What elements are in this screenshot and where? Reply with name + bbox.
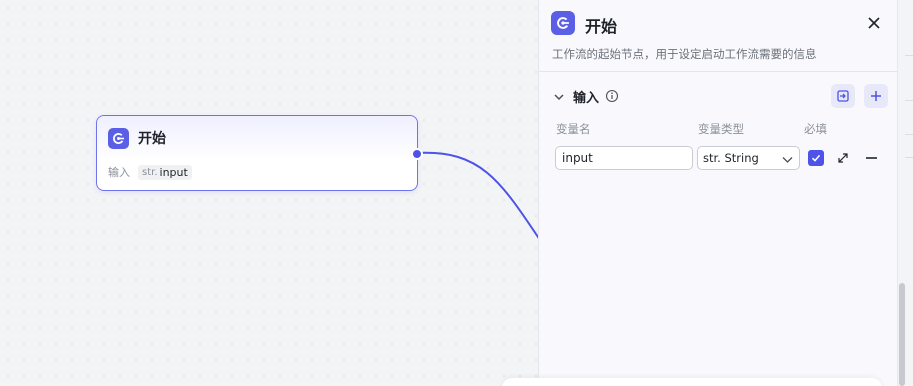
info-icon[interactable] <box>605 89 619 103</box>
start-node-body: 输入 str. input <box>97 160 417 184</box>
required-checkbox[interactable] <box>808 150 824 166</box>
node-tag-type: str. <box>142 166 158 178</box>
column-type-header: 变量类型 <box>698 122 744 136</box>
node-settings-panel: 开始 工作流的起始节点，用于设定启动工作流需要的信息 输入 变量名 变量类型 必… <box>538 0 899 386</box>
divider <box>905 134 913 135</box>
expand-icon[interactable] <box>837 152 849 164</box>
start-node-title: 开始 <box>138 131 166 147</box>
panel-scrollbar-thumb[interactable] <box>899 283 905 386</box>
variable-row: input str. String <box>539 146 900 170</box>
start-node-icon <box>551 11 575 35</box>
node-input-label: 输入 <box>108 166 130 179</box>
variable-table-header: 变量名 变量类型 必填 <box>539 121 900 137</box>
variable-name-input[interactable]: input <box>555 146 693 170</box>
node-output-handle[interactable] <box>411 148 423 160</box>
start-node-header: 开始 <box>97 116 417 160</box>
panel-title: 开始 <box>585 17 618 36</box>
add-variable-button[interactable] <box>864 84 888 108</box>
remove-variable-icon[interactable] <box>866 157 877 159</box>
panel-description: 工作流的起始节点，用于设定启动工作流需要的信息 <box>552 47 817 61</box>
variable-type-select[interactable]: str. String <box>697 146 800 170</box>
column-required-header: 必填 <box>804 122 827 136</box>
panel-header: 开始 工作流的起始节点，用于设定启动工作流需要的信息 <box>539 0 899 72</box>
divider <box>905 157 913 158</box>
node-tag-name: input <box>159 165 188 179</box>
node-variable-tag: str. input <box>138 164 192 180</box>
variable-type-value: str. String <box>703 151 759 165</box>
check-icon <box>811 154 821 162</box>
close-icon[interactable] <box>865 14 883 32</box>
plus-icon <box>871 91 881 101</box>
bottom-panel <box>502 378 882 386</box>
column-name-header: 变量名 <box>556 122 591 136</box>
chevron-down-icon[interactable] <box>553 91 565 103</box>
start-node[interactable]: 开始 输入 str. input <box>96 115 423 191</box>
input-section-title: 输入 <box>573 91 600 106</box>
import-icon <box>837 90 849 102</box>
input-section-header: 输入 <box>539 84 900 110</box>
import-button[interactable] <box>831 84 855 108</box>
divider <box>905 55 913 56</box>
start-node-icon <box>108 127 129 149</box>
chevron-down-icon <box>782 157 793 163</box>
divider <box>905 100 913 101</box>
